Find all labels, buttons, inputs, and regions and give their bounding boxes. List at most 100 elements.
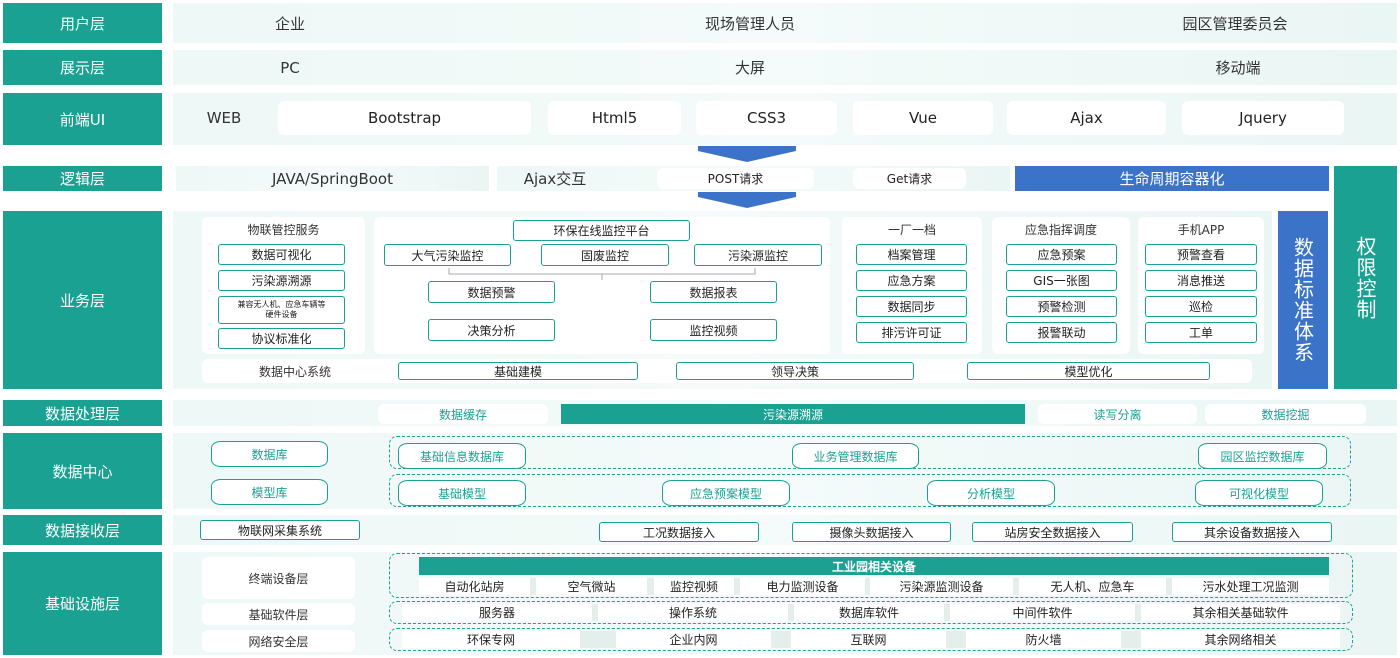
dc-database: 数据库 [211, 441, 328, 467]
proc-rw-split: 读写分离 [1038, 404, 1197, 424]
user-park-committee: 园区管理委员会 [1182, 14, 1288, 33]
user-site-manager: 现场管理人员 [704, 14, 795, 33]
network-intranet: 企业内网 [616, 631, 771, 648]
dc-visual-model: 可视化模型 [1195, 480, 1323, 506]
device-station: 自动化站房 [419, 578, 530, 595]
frontend-vue: Vue [853, 101, 993, 135]
down-arrow-icon [698, 192, 796, 208]
bottom-modeling: 基础建模 [398, 362, 638, 380]
device-micro-station: 空气微站 [536, 578, 647, 595]
side-standards: 数据标准体系 [1278, 211, 1328, 389]
proc-tracing: 污染源溯源 [561, 404, 1025, 424]
device-power: 电力监测设备 [740, 578, 865, 595]
layer-label-receive: 数据接收层 [3, 515, 162, 545]
device-sewage: 污水处理工况监测 [1172, 578, 1329, 595]
emergency-plan: 应急预案 [1006, 244, 1117, 265]
layer-label-business: 业务层 [3, 211, 162, 389]
down-arrow-icon [698, 146, 796, 162]
infra-devices-header: 工业园相关设备 [419, 557, 1329, 575]
platform-air: 大气污染监控 [384, 244, 511, 266]
recv-condition: 工况数据接入 [599, 522, 759, 542]
factory-sync: 数据同步 [856, 296, 967, 317]
logic-post: POST请求 [657, 168, 814, 189]
logic-java: JAVA/SpringBoot [271, 169, 393, 188]
layer-label-user: 用户层 [3, 3, 162, 43]
infra-software-layer: 基础软件层 [202, 603, 355, 625]
platform-video: 监控视频 [650, 319, 777, 341]
mobile-warning: 预警查看 [1145, 244, 1257, 265]
platform-warning: 数据预警 [428, 281, 555, 303]
iot-visualization: 数据可视化 [218, 244, 345, 265]
frontend-web: WEB [206, 109, 242, 127]
software-other: 其余相关基础软件 [1141, 604, 1340, 621]
proc-cache: 数据缓存 [378, 404, 548, 424]
display-bigscreen: 大屏 [734, 59, 765, 77]
dc-analysis-model: 分析模型 [927, 480, 1055, 506]
mobile-inspection: 巡检 [1145, 296, 1257, 317]
platform-pollution-source: 污染源监控 [694, 244, 822, 266]
iot-tracing: 污染源溯源 [218, 270, 345, 291]
software-server: 服务器 [402, 604, 592, 621]
frontend-bootstrap: Bootstrap [278, 101, 531, 135]
dc-model-lib: 模型库 [211, 479, 328, 505]
mobile-push: 消息推送 [1145, 270, 1257, 291]
software-middleware: 中间件软件 [950, 604, 1135, 621]
device-pollution: 污染源监测设备 [870, 578, 1013, 595]
layer-label-datacenter: 数据中心 [3, 433, 162, 509]
mobile-ticket: 工单 [1145, 322, 1257, 343]
factory-permit: 排污许可证 [856, 322, 967, 343]
emergency-detect: 预警检测 [1006, 296, 1117, 317]
iot-compat: 兼容无人机、应急车辆等 硬件设备 [218, 296, 345, 324]
panel-emergency-title: 应急指挥调度 [1024, 222, 1097, 237]
bottom-optimize: 模型优化 [967, 362, 1210, 380]
panel-mobile-title: 手机APP [1177, 222, 1225, 237]
platform-solid-waste: 固废监控 [541, 244, 669, 266]
iot-compat-line1: 兼容无人机、应急车辆等 [237, 300, 326, 309]
network-other: 其余网络相关 [1141, 631, 1340, 648]
factory-plan: 应急方案 [856, 270, 967, 291]
dc-emergency-model: 应急预案模型 [662, 480, 790, 506]
emergency-gis: GIS一张图 [1006, 270, 1117, 291]
logic-ajax: Ajax交互 [523, 170, 587, 188]
network-firewall: 防火墙 [966, 631, 1121, 648]
dc-park-monitor-db: 园区监控数据库 [1198, 443, 1327, 469]
infra-terminal-layer: 终端设备层 [202, 557, 355, 599]
platform-bracket [448, 268, 756, 280]
factory-archive: 档案管理 [856, 244, 967, 265]
display-mobile: 移动端 [1215, 59, 1261, 77]
layer-label-frontend: 前端UI [3, 93, 162, 145]
user-enterprise: 企业 [274, 14, 305, 33]
proc-mining: 数据挖掘 [1205, 404, 1366, 424]
frontend-ajax: Ajax [1007, 101, 1166, 135]
iot-protocol: 协议标准化 [218, 328, 345, 349]
display-pc: PC [280, 58, 300, 77]
software-db: 数据库软件 [794, 604, 944, 621]
recv-camera: 摄像头数据接入 [792, 522, 951, 542]
emergency-alarm: 报警联动 [1006, 322, 1117, 343]
dc-basic-info-db: 基础信息数据库 [398, 443, 526, 469]
layer-label-display: 展示层 [3, 50, 162, 85]
dc-business-db: 业务管理数据库 [792, 443, 919, 469]
frontend-html5: Html5 [548, 101, 681, 135]
recv-other: 其余设备数据接入 [1172, 522, 1332, 542]
platform-report: 数据报表 [650, 281, 777, 303]
network-internet: 互联网 [791, 631, 946, 648]
frontend-css3: CSS3 [696, 101, 837, 135]
platform-decision: 决策分析 [428, 319, 555, 341]
panel-iot-title: 物联管控服务 [247, 222, 320, 237]
infra-network-layer: 网络安全层 [202, 630, 355, 652]
layer-label-infra: 基础设施层 [3, 552, 162, 655]
dc-basic-model: 基础模型 [398, 480, 526, 506]
layer-label-processing: 数据处理层 [3, 400, 162, 426]
recv-iot: 物联网采集系统 [200, 520, 360, 540]
software-os: 操作系统 [598, 604, 788, 621]
panel-one-factory-title: 一厂一档 [887, 222, 936, 237]
layer-label-logic: 逻辑层 [3, 166, 162, 191]
frontend-jquery: Jquery [1182, 101, 1344, 135]
device-video: 监控视频 [654, 578, 734, 595]
device-drone: 无人机、应急车 [1019, 578, 1166, 595]
recv-station-safety: 站房安全数据接入 [972, 522, 1133, 542]
side-permission: 权限控制 [1334, 166, 1397, 389]
logic-get: Get请求 [853, 168, 966, 189]
datacenter-system-label: 数据中心系统 [258, 364, 331, 379]
